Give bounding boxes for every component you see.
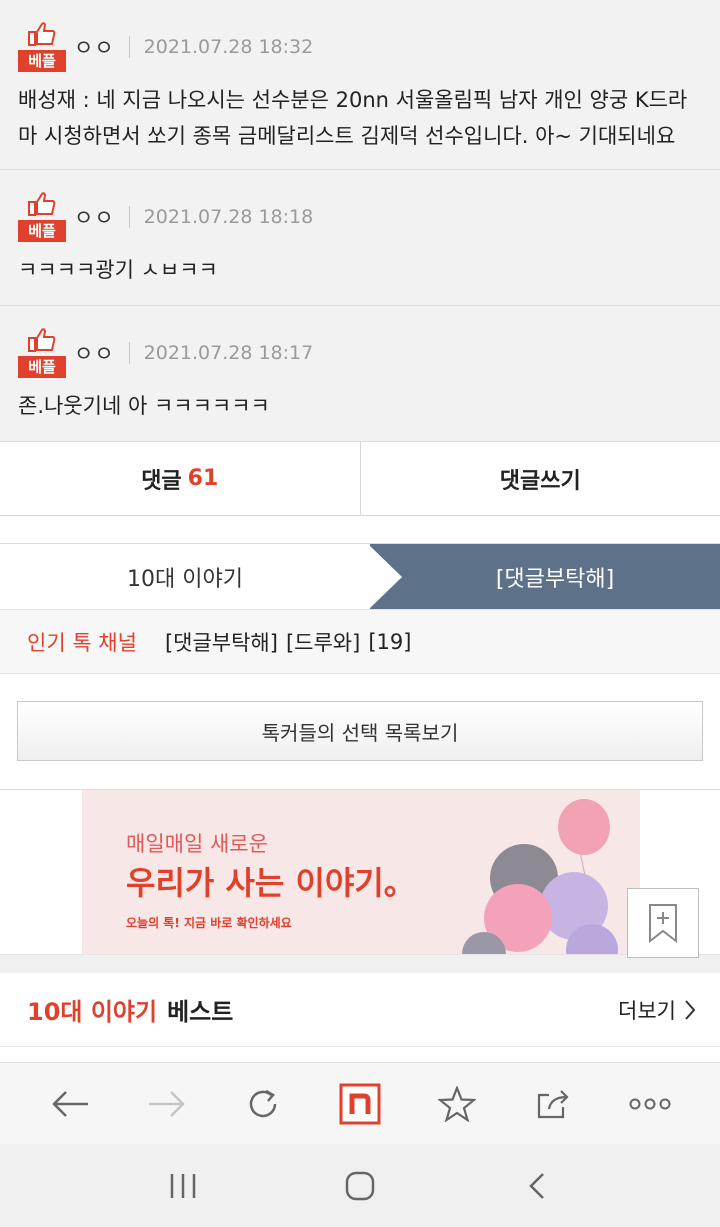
comment-item: 베플 ㅇㅇ 2021.07.28 18:18 ㅋㅋㅋㅋ광기 ㅅㅂㅋㅋ <box>0 170 720 306</box>
reply-count-button[interactable]: 댓글 61 <box>0 442 360 515</box>
reply-bar: 댓글 61 댓글쓰기 <box>0 442 720 516</box>
meta-separator <box>128 36 130 58</box>
talkers-choice-list-button[interactable]: 톡커들의 선택 목록보기 <box>17 701 703 761</box>
comment-text: 배성재 : 네 지금 나오시는 선수분은 20nn 서울올림픽 남자 개인 양궁… <box>18 88 688 148</box>
tab-channel-name[interactable]: [댓글부탁해] <box>370 544 720 609</box>
comment-date: 2021.07.28 18:32 <box>143 36 314 58</box>
best-label: 베스트 <box>167 998 234 1026</box>
refresh-button[interactable] <box>233 1074 293 1134</box>
popular-channel-link[interactable]: [댓글부탁해] <box>165 627 278 657</box>
tab-channel-category[interactable]: 10대 이야기 <box>0 544 370 609</box>
more-label: 더보기 <box>618 998 676 1023</box>
back-icon <box>528 1172 544 1199</box>
recent-apps-icon <box>171 1173 196 1198</box>
more-button[interactable] <box>620 1074 680 1134</box>
best-badge-label: 베플 <box>18 220 66 242</box>
section-gap <box>0 955 720 973</box>
best-badge: 베플 <box>18 192 66 242</box>
best-badge-label: 베플 <box>18 50 66 72</box>
forward-arrow-icon <box>148 1090 185 1117</box>
comment-nickname: ㅇㅇ <box>74 206 115 230</box>
more-dots-icon <box>629 1098 671 1109</box>
recent-apps-button[interactable] <box>148 1156 218 1216</box>
popular-channel-link[interactable]: [19] <box>368 630 411 654</box>
best-badge: 베플 <box>18 22 66 72</box>
favorites-button[interactable] <box>427 1074 487 1134</box>
comment-nickname: ㅇㅇ <box>74 36 115 60</box>
star-icon <box>437 1085 476 1122</box>
channel-tabs: 10대 이야기 [댓글부탁해] <box>0 544 720 610</box>
share-icon <box>537 1089 569 1118</box>
tab-arrow-shape <box>368 544 402 610</box>
bookmark-add-icon <box>649 904 677 943</box>
write-reply-button[interactable]: 댓글쓰기 <box>359 442 720 515</box>
bookmark-button[interactable] <box>627 888 699 958</box>
popular-channels-title: 인기 톡 채널 <box>27 630 137 655</box>
comment-date: 2021.07.28 18:18 <box>143 206 314 228</box>
meta-separator <box>128 342 130 364</box>
naver-home-button[interactable] <box>330 1074 390 1134</box>
ad-banner[interactable]: 매일매일 새로운 우리가 사는 이야기。 오늘의 톡! 지금 바로 확인하세요 <box>82 790 640 954</box>
system-back-button[interactable] <box>502 1156 572 1216</box>
meta-separator <box>128 206 130 228</box>
thumbs-up-icon <box>28 328 56 352</box>
share-button[interactable] <box>523 1074 583 1134</box>
best-badge-label: 베플 <box>18 356 66 378</box>
system-nav-bar <box>0 1144 720 1227</box>
comment-item: 베플 ㅇㅇ 2021.07.28 18:17 존.나웃기네 아 ㅋㅋㅋㅋㅋㅋ <box>0 306 720 442</box>
thumbs-up-icon <box>28 192 56 216</box>
comment-meta: 베플 ㅇㅇ 2021.07.28 18:18 <box>18 192 702 242</box>
ad-line-1: 매일매일 새로운 <box>126 832 268 856</box>
naver-n-icon <box>339 1083 381 1124</box>
home-icon <box>345 1171 375 1200</box>
best-section-header: 10대 이야기 베스트 더보기 <box>0 973 720 1047</box>
list-button-area: 톡커들의 선택 목록보기 <box>0 674 720 790</box>
popular-channel-link[interactable]: [드루와] <box>286 627 360 657</box>
ad-area: 매일매일 새로운 우리가 사는 이야기。 오늘의 톡! 지금 바로 확인하세요 <box>0 790 720 958</box>
back-arrow-icon <box>52 1090 89 1117</box>
popular-channels: 인기 톡 채널 [댓글부탁해] [드루와] [19] <box>0 610 720 674</box>
reply-count: 61 <box>187 466 219 491</box>
ad-line-3: 오늘의 톡! 지금 바로 확인하세요 <box>126 916 292 930</box>
ad-line-2: 우리가 사는 이야기。 <box>126 864 416 902</box>
chevron-right-icon <box>685 999 696 1020</box>
reply-label: 댓글 <box>141 468 182 494</box>
back-button[interactable] <box>40 1074 100 1134</box>
more-link[interactable]: 더보기 <box>618 995 696 1025</box>
forward-button[interactable] <box>137 1074 197 1134</box>
comment-meta: 베플 ㅇㅇ 2021.07.28 18:32 <box>18 22 702 72</box>
balloons-image <box>462 799 618 954</box>
best-category: 10대 이야기 <box>27 998 158 1026</box>
thumbs-up-icon <box>28 22 56 46</box>
section-gap <box>0 516 720 544</box>
comment-nickname: ㅇㅇ <box>74 342 115 366</box>
browser-toolbar <box>0 1062 720 1144</box>
comment-text: 존.나웃기네 아 ㅋㅋㅋㅋㅋㅋ <box>18 394 270 418</box>
refresh-icon <box>250 1089 277 1117</box>
comment-item: 베플 ㅇㅇ 2021.07.28 18:32 배성재 : 네 지금 나오시는 선… <box>0 0 720 170</box>
comment-meta: 베플 ㅇㅇ 2021.07.28 18:17 <box>18 328 702 378</box>
comment-date: 2021.07.28 18:17 <box>143 342 314 364</box>
comment-text: ㅋㅋㅋㅋ광기 ㅅㅂㅋㅋ <box>18 258 218 282</box>
home-button[interactable] <box>325 1156 395 1216</box>
best-badge: 베플 <box>18 328 66 378</box>
